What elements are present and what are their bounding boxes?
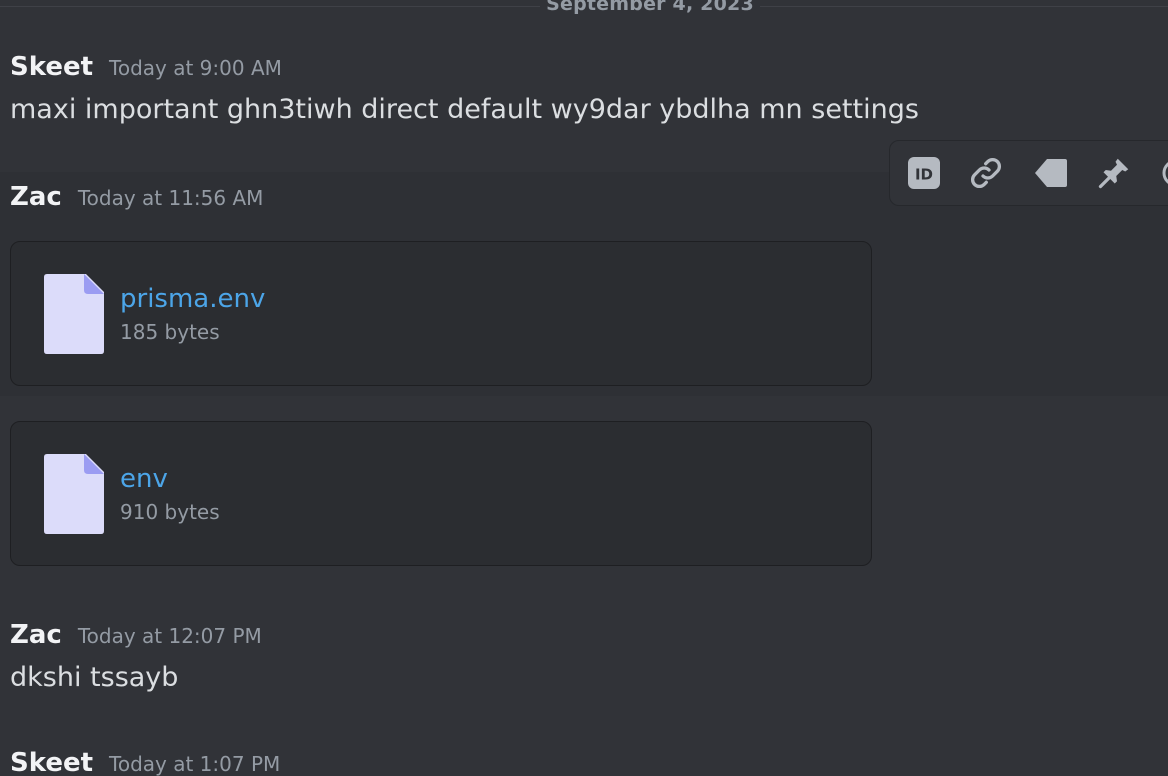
message-header: Skeet Today at 9:00 AM bbox=[10, 52, 282, 82]
message-header: Zac Today at 11:56 AM bbox=[10, 182, 263, 212]
date-divider: September 4, 2023 bbox=[0, 0, 1168, 16]
file-name-link[interactable]: prisma.env bbox=[120, 284, 265, 314]
copy-link-icon bbox=[971, 158, 1001, 188]
timestamp[interactable]: Today at 9:00 AM bbox=[109, 56, 282, 80]
id-glyph: ID bbox=[915, 166, 933, 184]
more-options-button[interactable] bbox=[1156, 153, 1168, 193]
message-content: dkshi tssayb bbox=[10, 662, 179, 693]
file-attachment[interactable]: env 910 bytes bbox=[10, 421, 872, 566]
username[interactable]: Skeet bbox=[10, 52, 93, 82]
copy-id-button[interactable]: ID bbox=[904, 153, 944, 193]
divider-date: September 4, 2023 bbox=[546, 0, 754, 15]
chat-viewport: September 4, 2023 Skeet Today at 9:00 AM… bbox=[0, 0, 1168, 776]
copy-link-button[interactable] bbox=[966, 153, 1006, 193]
divider-line-left bbox=[0, 6, 540, 7]
tag-icon bbox=[1035, 159, 1067, 187]
file-size: 185 bytes bbox=[120, 320, 220, 344]
tag-button[interactable] bbox=[1030, 153, 1070, 193]
timestamp[interactable]: Today at 11:56 AM bbox=[78, 186, 264, 210]
username[interactable]: Zac bbox=[10, 620, 62, 650]
copy-id-icon: ID bbox=[908, 157, 940, 189]
file-attachment[interactable]: prisma.env 185 bytes bbox=[10, 241, 872, 386]
divider-line-right bbox=[760, 6, 1168, 7]
file-name-link[interactable]: env bbox=[120, 464, 168, 494]
timestamp[interactable]: Today at 12:07 PM bbox=[78, 624, 262, 648]
username[interactable]: Skeet bbox=[10, 748, 93, 776]
message-header: Zac Today at 12:07 PM bbox=[10, 620, 262, 650]
file-size: 910 bytes bbox=[120, 500, 220, 524]
more-icon bbox=[1162, 162, 1168, 184]
message-header: Skeet Today at 1:07 PM bbox=[10, 748, 280, 776]
timestamp[interactable]: Today at 1:07 PM bbox=[109, 752, 280, 776]
message-content: maxi important ghn3tiwh direct default w… bbox=[10, 94, 919, 125]
file-icon bbox=[44, 454, 104, 534]
username[interactable]: Zac bbox=[10, 182, 62, 212]
pin-icon bbox=[1098, 158, 1129, 189]
file-icon bbox=[44, 274, 104, 354]
pin-button[interactable] bbox=[1094, 153, 1134, 193]
message-actions-toolbar: ID bbox=[889, 140, 1168, 206]
